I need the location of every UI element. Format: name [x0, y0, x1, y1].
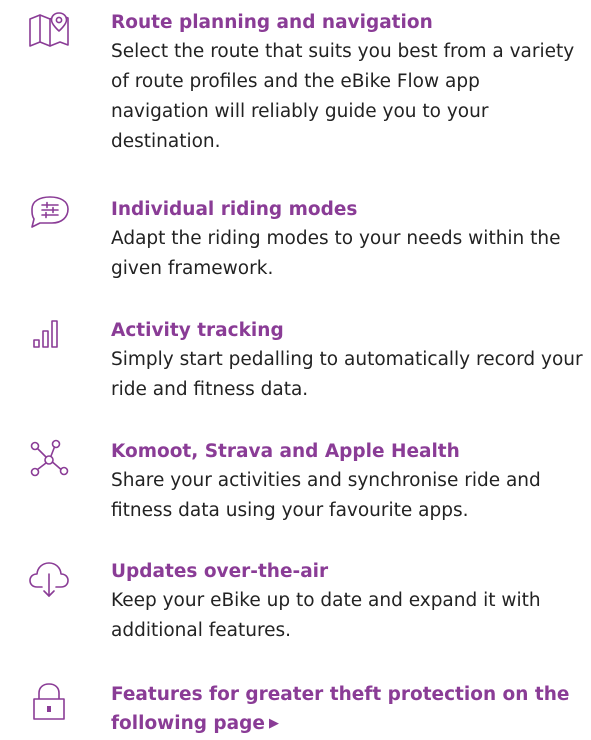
network-icon — [28, 439, 72, 479]
feature-title: Komoot, Strava and Apple Health — [111, 441, 460, 462]
feature-title: Features for greater theft protection on… — [111, 684, 570, 734]
feature-text: Updates over-the-air Keep your eBike up … — [111, 557, 583, 646]
feature-title: Updates over-the-air — [111, 561, 329, 582]
feature-text: Komoot, Strava and Apple Health Share yo… — [111, 437, 583, 526]
feature-text: Features for greater theft protection on… — [111, 680, 583, 740]
bar-chart-icon — [28, 316, 72, 356]
feature-title: Individual riding modes — [111, 199, 358, 220]
feature-text: Route planning and navigation Select the… — [111, 8, 583, 157]
feature-description: Adapt the riding modes to your needs wit… — [111, 228, 561, 279]
theft-protection-link[interactable]: Features for greater theft protection on… — [111, 680, 583, 740]
feature-description: Keep your eBike up to date and expand it… — [111, 590, 541, 641]
feature-description: Select the route that suits you best fro… — [111, 41, 575, 152]
riding-modes-icon — [28, 195, 72, 235]
feature-title: Route planning and navigation — [111, 12, 433, 33]
map-pin-icon — [28, 11, 72, 51]
feature-text: Activity tracking Simply start pedalling… — [111, 316, 583, 405]
play-arrow-icon: ▶ — [268, 716, 279, 731]
feature-title: Activity tracking — [111, 320, 284, 341]
feature-description: Simply start pedalling to automatically … — [111, 349, 583, 400]
feature-text: Individual riding modes Adapt the riding… — [111, 195, 583, 284]
feature-description: Share your activities and synchronise ri… — [111, 470, 541, 521]
lock-icon — [28, 682, 72, 722]
cloud-download-icon — [28, 559, 72, 599]
